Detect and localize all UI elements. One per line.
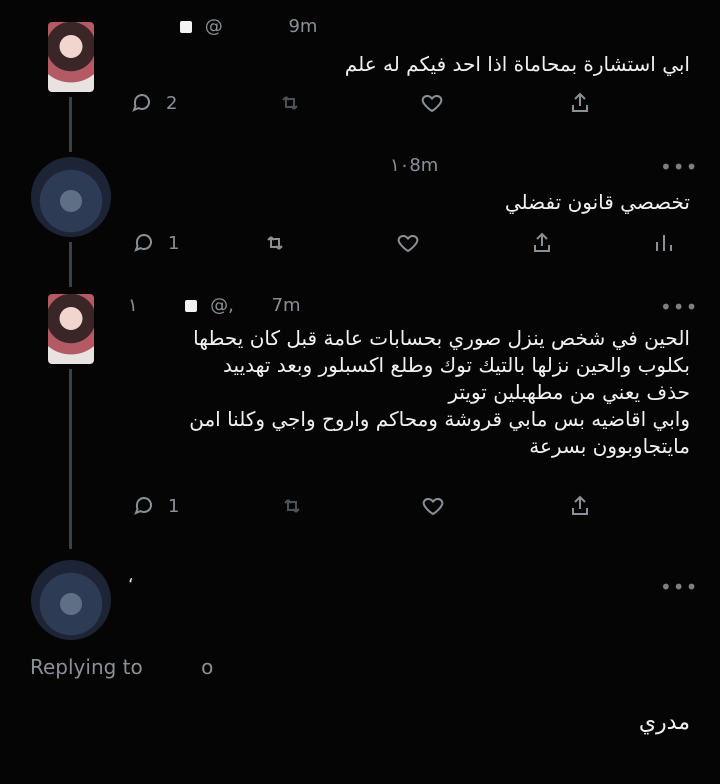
- replying-to-label: Replying to: [30, 655, 143, 679]
- tweet-time: 9m: [288, 16, 318, 37]
- more-options-icon[interactable]: •••: [660, 155, 698, 179]
- tweet-meta: @ 9m: [180, 16, 317, 37]
- retweet-button[interactable]: [263, 231, 287, 255]
- replying-to: Replying to o: [30, 655, 213, 679]
- reply-icon: [134, 234, 152, 252]
- tweet-time: 7m: [271, 295, 301, 316]
- reply-icon: [132, 94, 150, 112]
- tweet-text: مدري: [638, 710, 690, 735]
- more-options-icon[interactable]: •••: [660, 575, 698, 599]
- avatar[interactable]: [31, 157, 111, 237]
- reply-button[interactable]: 2: [130, 91, 177, 115]
- tweet-text: ابي استشارة بمحاماة اذا احد فيكم له علم: [344, 52, 690, 76]
- user-handle[interactable]: @: [205, 16, 223, 37]
- user-name-fragment[interactable]: ١: [128, 295, 138, 316]
- more-options-icon[interactable]: •••: [660, 295, 698, 319]
- tweet-time: ١٠8m: [390, 155, 439, 176]
- like-button[interactable]: [396, 231, 420, 255]
- heart-icon: [422, 497, 444, 516]
- reply-button[interactable]: 1: [132, 231, 179, 255]
- lock-icon: [185, 300, 198, 312]
- reply-icon: [134, 497, 152, 515]
- share-icon: [572, 495, 588, 515]
- like-button[interactable]: [420, 91, 444, 115]
- retweet-icon: [284, 499, 300, 513]
- share-icon: [572, 92, 588, 112]
- retweet-button[interactable]: [278, 91, 302, 115]
- thread-line: [69, 97, 72, 152]
- avatar[interactable]: [31, 560, 111, 640]
- lock-icon: [180, 21, 192, 33]
- analytics-button[interactable]: [652, 231, 676, 255]
- like-button[interactable]: [421, 494, 445, 518]
- reply-button[interactable]: 1: [132, 494, 179, 518]
- thread-line: [69, 242, 72, 287]
- thread-line: [69, 369, 72, 549]
- retweet-icon: [282, 96, 298, 110]
- retweet-button[interactable]: [280, 494, 304, 518]
- tweet-text: الحين في شخص ينزل صوري بحسابات عامة قبل …: [189, 326, 690, 458]
- share-icon: [534, 232, 550, 252]
- replying-to-handle[interactable]: o: [201, 655, 213, 679]
- heart-icon: [397, 234, 419, 253]
- share-button[interactable]: [568, 91, 592, 115]
- user-handle[interactable]: @,: [210, 295, 234, 316]
- heart-icon: [421, 94, 443, 113]
- avatar[interactable]: [48, 22, 94, 92]
- retweet-icon: [267, 236, 283, 250]
- user-name-fragment[interactable]: ‘: [128, 575, 134, 596]
- reply-count: 1: [168, 232, 180, 254]
- tweet-meta: ١ @, 7m: [128, 295, 301, 316]
- tweet-text: تخصصي قانون تفضلي: [504, 190, 690, 214]
- reply-count: 2: [166, 92, 178, 114]
- share-button[interactable]: [568, 494, 592, 518]
- share-button[interactable]: [530, 231, 554, 255]
- avatar[interactable]: [48, 294, 94, 364]
- analytics-icon: [656, 235, 672, 251]
- reply-count: 1: [168, 495, 180, 517]
